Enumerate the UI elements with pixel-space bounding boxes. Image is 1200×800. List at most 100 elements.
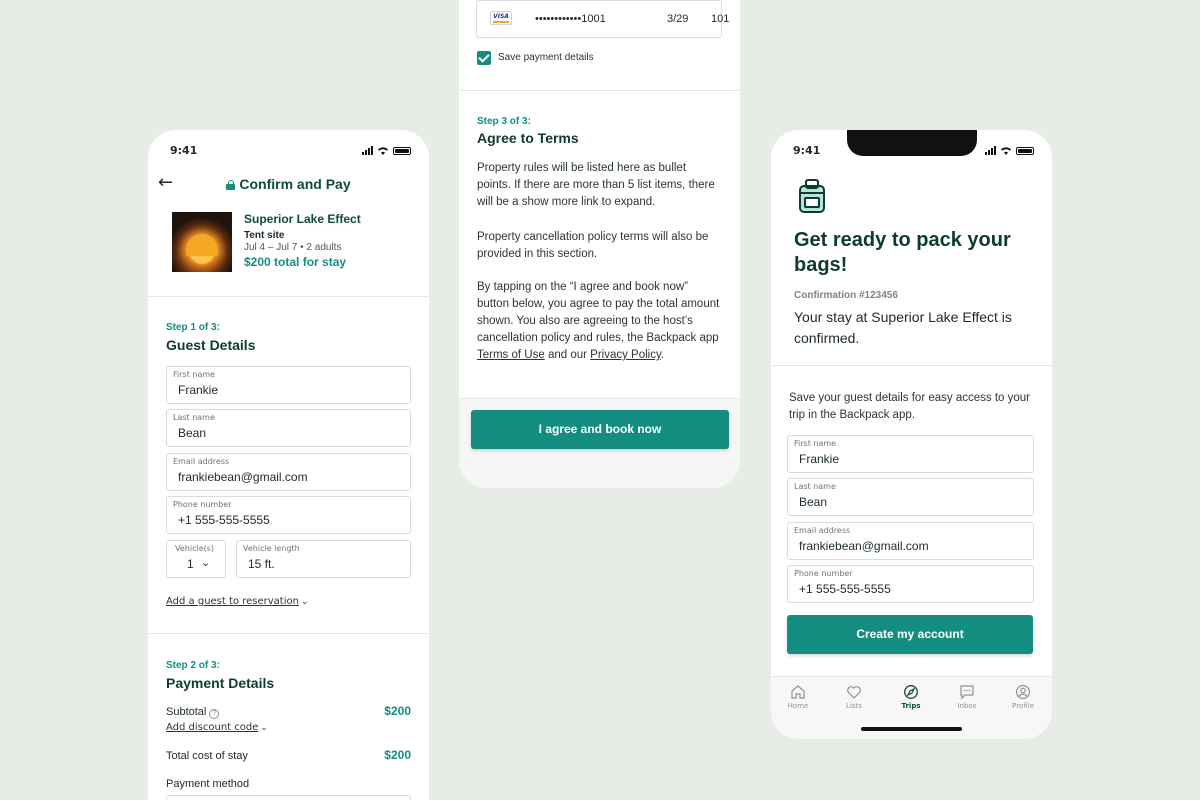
field-label: First name [173, 370, 216, 379]
field-label: Vehicle length [243, 544, 300, 553]
vehicle-length-field[interactable]: Vehicle length 15 ft. [236, 540, 411, 578]
first-name-field[interactable]: First name Frankie [166, 366, 411, 404]
field-label: Email address [173, 457, 230, 466]
saved-card-row[interactable]: VISA ••••••••••••1001 3/29 101 [476, 0, 729, 38]
nav-bar: ← Confirm and Pay [148, 174, 429, 194]
cancellation-policy-text: Property cancellation policy terms will … [477, 231, 709, 260]
field-label: Last name [173, 413, 215, 422]
divider [459, 90, 740, 91]
add-discount-link[interactable]: Add discount code ⌄ [166, 722, 268, 733]
wifi-icon [1001, 147, 1011, 155]
visa-card-icon: VISA [490, 11, 512, 25]
status-bar: 9:41 [170, 144, 411, 158]
card-number: ••••••••••••1001 [535, 13, 606, 25]
field-label: Phone number [794, 569, 853, 578]
page-title: Confirm and Pay [148, 176, 429, 192]
field-label: Email address [794, 526, 851, 535]
vehicles-select[interactable]: Vehicle(s) 1 ⌄ [166, 540, 226, 578]
payment-method-label: Payment method [166, 778, 250, 790]
first-name-field[interactable]: First name Frankie [787, 435, 1034, 473]
field-value: frankiebean@gmail.com [799, 539, 929, 553]
property-summary: Superior Lake Effect Tent site Jul 4 – J… [172, 212, 413, 274]
total-label: Total cost of stay [166, 750, 248, 762]
subtotal-value: $200 [384, 704, 411, 718]
step2-title: Payment Details [166, 675, 275, 691]
save-details-prompt: Save your guest details for easy access … [789, 392, 1030, 421]
phone-field[interactable]: Phone number +1 555-555-5555 [166, 496, 411, 534]
signal-icon [985, 146, 996, 155]
field-value: Bean [799, 495, 828, 509]
page-title-text: Confirm and Pay [239, 176, 351, 192]
tab-home[interactable]: Home [778, 684, 818, 710]
card-cvv: 101 [711, 13, 730, 25]
status-time: 9:41 [170, 144, 198, 157]
field-label: Vehicle(s) [175, 544, 215, 553]
field-label: Phone number [173, 500, 232, 509]
create-account-button[interactable]: Create my account [787, 615, 1033, 654]
agreement-text-prefix: By tapping on the “I agree and book now”… [477, 281, 720, 344]
tab-lists[interactable]: Lists [834, 684, 874, 710]
subtotal-label: Subtotal? [166, 706, 220, 719]
tab-label: Profile [1012, 702, 1034, 710]
field-value: frankiebean@gmail.com [178, 470, 308, 484]
property-total: $200 total for stay [244, 255, 347, 269]
agree-and-book-button[interactable]: I agree and book now [471, 410, 729, 449]
field-value: 15 ft. [248, 557, 275, 571]
divider [771, 365, 1052, 379]
last-name-field[interactable]: Last name Bean [787, 478, 1034, 516]
home-indicator [861, 727, 962, 731]
phone-field[interactable]: Phone number +1 555-555-5555 [787, 565, 1034, 603]
lock-icon [226, 180, 236, 190]
save-payment-checkbox[interactable] [477, 51, 491, 65]
heart-icon [847, 686, 861, 699]
tab-trips[interactable]: Trips [891, 684, 931, 710]
property-name: Superior Lake Effect [244, 212, 361, 226]
tab-bar: Home Lists Trips Inbox Profile [771, 676, 1052, 739]
status-time: 9:41 [793, 144, 821, 157]
terms-of-use-link[interactable]: Terms of Use [477, 349, 545, 361]
confirmation-number: Confirmation #123456 [794, 290, 898, 301]
wifi-icon [378, 147, 388, 155]
step3-title: Agree to Terms [477, 130, 579, 146]
step1-label: Step 1 of 3: [166, 322, 220, 333]
home-icon [791, 685, 805, 699]
info-icon[interactable]: ? [209, 709, 220, 719]
field-label: First name [794, 439, 837, 448]
tab-label: Home [787, 702, 809, 710]
chevron-down-icon: ⌄ [201, 556, 211, 569]
privacy-policy-link[interactable]: Privacy Policy [590, 349, 661, 361]
property-photo [172, 212, 232, 272]
tab-profile[interactable]: Profile [1003, 684, 1043, 710]
total-value: $200 [384, 748, 411, 762]
field-value: 1 [187, 557, 194, 571]
add-discount-text: Add discount code [166, 722, 259, 733]
agreement-text-suffix: . [660, 349, 665, 361]
battery-icon [393, 146, 411, 155]
tab-inbox[interactable]: Inbox [947, 684, 987, 710]
field-value: Bean [178, 426, 207, 440]
tab-label: Lists [846, 702, 862, 710]
field-value: Frankie [799, 452, 840, 466]
step3-label: Step 3 of 3: [477, 116, 531, 127]
field-value: +1 555-555-5555 [799, 582, 891, 596]
chevron-down-icon: ⌄ [260, 723, 268, 733]
step1-title: Guest Details [166, 337, 256, 353]
booking-confirmed-screen: 9:41 Get ready to pack your bags! Confir… [771, 130, 1052, 739]
status-icons [985, 146, 1034, 155]
email-field[interactable]: Email address frankiebean@gmail.com [787, 522, 1034, 560]
divider [148, 633, 429, 634]
payment-method-field[interactable] [166, 795, 411, 800]
chevron-down-icon: ⌄ [300, 597, 309, 607]
last-name-field[interactable]: Last name Bean [166, 409, 411, 447]
email-field[interactable]: Email address frankiebean@gmail.com [166, 453, 411, 491]
agreement-text-mid: and our [544, 349, 591, 361]
property-dates: Jul 4 – Jul 7 • 2 adults [244, 242, 342, 253]
property-type: Tent site [244, 230, 285, 241]
add-guest-link[interactable]: Add a guest to reservation ⌄ [166, 596, 308, 607]
compass-icon [904, 685, 918, 699]
agreement-text: By tapping on the “I agree and book now”… [477, 279, 722, 364]
card-expiry: 3/29 [667, 13, 689, 25]
status-bar: 9:41 [793, 144, 1034, 158]
confirmation-message: Your stay at Superior Lake Effect is con… [794, 309, 1012, 346]
tab-label: Inbox [957, 702, 977, 710]
